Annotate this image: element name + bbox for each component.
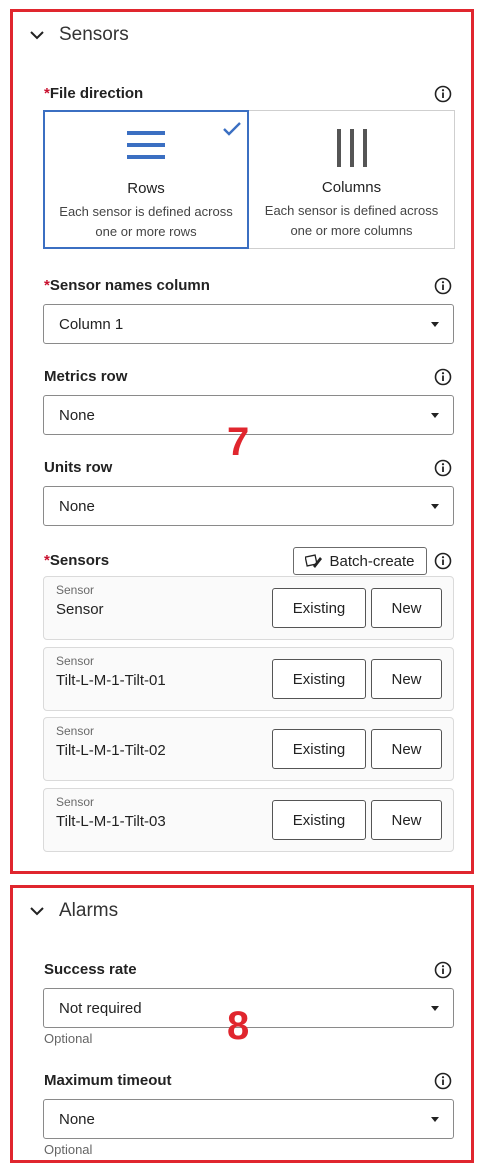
file-direction-selector: Rows Each sensor is defined across one o…: [43, 110, 455, 249]
sensor-names-column-label: *Sensor names column: [44, 277, 210, 294]
sensor-list-item: Sensor Sensor Existing New: [43, 576, 454, 640]
info-icon[interactable]: [434, 85, 452, 103]
rows-option-title: Rows: [127, 180, 165, 197]
units-row-label: Units row: [44, 459, 113, 476]
units-row-select[interactable]: None: [43, 486, 454, 526]
sensor-caption: Sensor: [56, 724, 95, 738]
batch-edit-icon: [305, 554, 323, 568]
info-icon[interactable]: [434, 368, 452, 386]
file-direction-rows-option[interactable]: Rows Each sensor is defined across one o…: [43, 110, 249, 249]
sensors-label: *Sensors: [44, 552, 110, 569]
rows-icon: [127, 131, 165, 159]
sensors-section-title: Sensors: [59, 24, 129, 45]
checkmark-icon: [223, 122, 241, 136]
info-icon[interactable]: [434, 277, 452, 295]
sensor-list-item: Sensor Tilt-L-M-1-Tilt-03 Existing New: [43, 788, 454, 852]
sensor-name: Tilt-L-M-1-Tilt-02: [56, 742, 166, 759]
new-button[interactable]: New: [371, 659, 442, 699]
rows-option-description: Each sensor is defined across one or mor…: [59, 204, 233, 239]
sensor-caption: Sensor: [56, 583, 95, 597]
new-button[interactable]: New: [371, 800, 442, 840]
chevron-down-icon: [30, 907, 44, 916]
sensor-list-item: Sensor Tilt-L-M-1-Tilt-02 Existing New: [43, 717, 454, 781]
success-rate-value: Not required: [59, 999, 142, 1017]
metrics-row-value: None: [59, 406, 95, 424]
batch-create-label: Batch-create: [329, 552, 415, 570]
new-button[interactable]: New: [371, 729, 442, 769]
maximum-timeout-helper: Optional: [44, 1142, 93, 1157]
sensor-list-item: Sensor Tilt-L-M-1-Tilt-01 Existing New: [43, 647, 454, 711]
new-button[interactable]: New: [371, 588, 442, 628]
info-icon[interactable]: [434, 552, 452, 570]
sensors-panel: Sensors *File direction Rows Each sensor…: [10, 9, 474, 874]
caret-down-icon: [431, 322, 439, 327]
caret-down-icon: [431, 504, 439, 509]
maximum-timeout-label: Maximum timeout: [44, 1072, 172, 1089]
caret-down-icon: [431, 413, 439, 418]
file-direction-label: *File direction: [44, 85, 144, 102]
existing-button[interactable]: Existing: [272, 588, 366, 628]
sensor-caption: Sensor: [56, 795, 95, 809]
existing-button[interactable]: Existing: [272, 729, 366, 769]
section-number-7: 7: [227, 420, 250, 464]
alarms-section-toggle[interactable]: Alarms: [27, 898, 118, 924]
columns-option-description: Each sensor is defined across one or mor…: [264, 203, 439, 238]
alarms-section-title: Alarms: [59, 900, 119, 921]
maximum-timeout-select[interactable]: None: [43, 1099, 454, 1139]
maximum-timeout-value: None: [59, 1110, 95, 1128]
caret-down-icon: [431, 1117, 439, 1122]
sensors-section-toggle[interactable]: Sensors: [27, 22, 129, 48]
existing-button[interactable]: Existing: [272, 659, 366, 699]
sensor-name: Sensor: [56, 601, 104, 618]
columns-option-title: Columns: [321, 179, 382, 196]
sensor-names-column-select[interactable]: Column 1: [43, 304, 454, 344]
file-direction-columns-option[interactable]: Columns Each sensor is defined across on…: [249, 110, 455, 249]
alarms-panel: Alarms Success rate Not required Optiona…: [10, 885, 474, 1163]
sensor-name: Tilt-L-M-1-Tilt-03: [56, 813, 166, 830]
sensor-name: Tilt-L-M-1-Tilt-01: [56, 672, 166, 689]
sensor-caption: Sensor: [56, 654, 95, 668]
chevron-down-icon: [30, 31, 44, 40]
sensor-names-column-value: Column 1: [59, 315, 124, 333]
success-rate-label: Success rate: [44, 961, 137, 978]
batch-create-button[interactable]: Batch-create: [293, 547, 427, 575]
metrics-row-label: Metrics row: [44, 368, 128, 385]
info-icon[interactable]: [434, 1072, 452, 1090]
info-icon[interactable]: [434, 961, 452, 979]
units-row-value: None: [59, 497, 95, 515]
caret-down-icon: [431, 1006, 439, 1011]
section-number-8: 8: [227, 1004, 250, 1048]
success-rate-helper: Optional: [44, 1031, 93, 1046]
existing-button[interactable]: Existing: [272, 800, 366, 840]
columns-icon: [336, 129, 367, 167]
info-icon[interactable]: [434, 459, 452, 477]
